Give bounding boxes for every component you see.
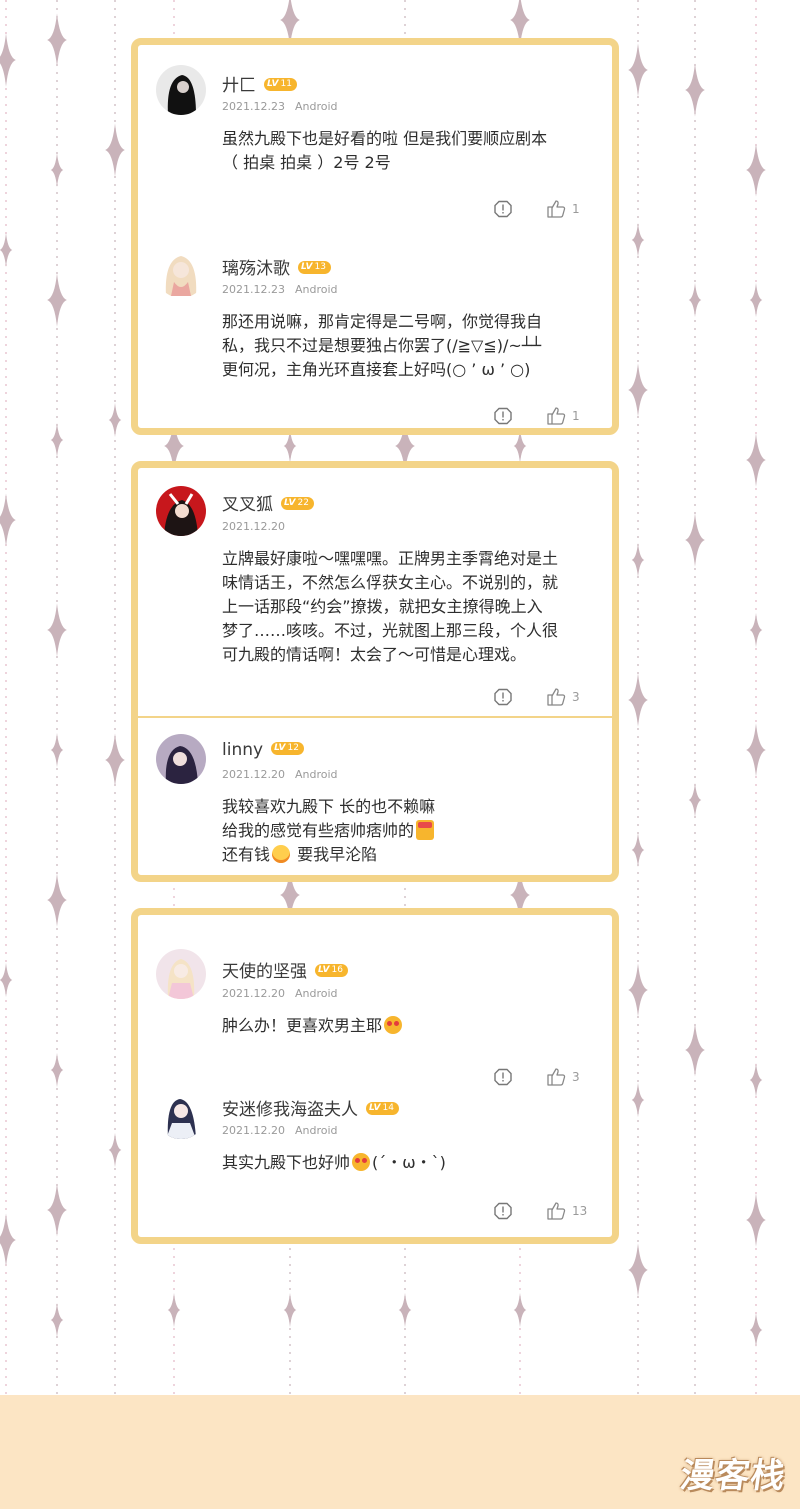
level-badge: LV 11 [264, 77, 297, 91]
avatar[interactable] [156, 65, 206, 115]
level-badge: LV 12 [271, 741, 304, 755]
thumbs-up-icon[interactable] [546, 1067, 566, 1087]
like-count: 3 [572, 1070, 580, 1084]
report-icon[interactable] [494, 688, 512, 706]
comment-body: 肿么办！更喜欢男主耶 [222, 1014, 602, 1038]
avatar[interactable] [156, 486, 206, 536]
like-count: 1 [572, 409, 580, 423]
thumbs-up-icon[interactable] [546, 1201, 566, 1221]
report-icon[interactable] [494, 1068, 512, 1086]
like-count: 3 [572, 690, 580, 704]
comment-meta: 2021.12.23 Android [222, 100, 338, 113]
comment-actions: 1 [494, 406, 584, 426]
thumbs-up-icon[interactable] [546, 687, 566, 707]
thumbs-up-icon[interactable] [546, 199, 566, 219]
comment-card: 天使的坚强 LV 16 2021.12.20 Android 肿么办！更喜欢男主耶 3… [131, 908, 619, 1244]
comment-meta: 2021.12.20 Android [222, 987, 338, 1000]
like-count: 1 [572, 202, 580, 216]
level-badge: LV 16 [315, 963, 348, 977]
comment-actions: 13 [494, 1201, 588, 1221]
footer-band: 漫客栈 [0, 1395, 800, 1509]
emoji-icon [416, 820, 435, 840]
comment-body: 其实九殿下也好帅 (´・ω・`) [222, 1153, 446, 1172]
report-icon[interactable] [494, 200, 512, 218]
comment-meta: 2021.12.20 [222, 520, 285, 533]
comment-actions: 1 [494, 199, 584, 219]
comment-actions: 3 [494, 1067, 584, 1087]
brand-logo: 漫客栈 [677, 1456, 789, 1496]
comment-card: 廾匚 LV 11 2021.12.23 Android 虽然九殿下也是好看的啦 但是我… [131, 38, 619, 435]
like-count: 13 [572, 1204, 588, 1218]
comment-meta: 2021.12.20 Android [222, 1124, 338, 1137]
report-icon[interactable] [494, 1202, 512, 1220]
username[interactable]: 安迷修我海盗夫人 LV 14 [222, 1095, 399, 1120]
avatar[interactable] [156, 949, 206, 999]
comment-body: 那还用说嘛，那肯定得是二号啊，你觉得我自 私，我只不过是想要独占你罢了(/≧▽≦… [222, 312, 543, 379]
level-badge: LV 14 [366, 1101, 399, 1115]
comment-body: 立牌最好康啦～嘿嘿嘿。正牌男主季霄绝对是土 味情话王，不然怎么俘获女主心。不说别… [222, 549, 559, 664]
emoji-icon [272, 845, 291, 863]
comment-meta: 2021.12.20 Android [222, 768, 338, 781]
username[interactable]: 璃殇沐歌 LV 13 [222, 254, 331, 279]
comment-card: 叉叉狐 LV 22 2021.12.20 立牌最好康啦～嘿嘿嘿。正牌男主季霄绝对是土… [131, 461, 619, 882]
thumbs-up-icon[interactable] [546, 406, 566, 426]
level-badge: LV 13 [298, 260, 331, 274]
username[interactable]: linny LV 12 [222, 740, 304, 760]
comment-body: 我较喜欢九殿下 长的也不赖嘛 给我的感觉有些痞帅痞帅的 还有钱 要我早沦陷 [222, 797, 436, 864]
avatar[interactable] [156, 734, 206, 784]
comment-meta: 2021.12.23 Android [222, 283, 338, 296]
username[interactable]: 廾匚 LV 11 [222, 71, 297, 96]
comment-actions: 3 [494, 687, 584, 707]
avatar[interactable] [156, 1089, 206, 1139]
comment-body: 虽然九殿下也是好看的啦 但是我们要顺应剧本 （ 拍桌 拍桌 ）2号 2号 [222, 129, 548, 172]
level-badge: LV 22 [281, 496, 314, 510]
username[interactable]: 叉叉狐 LV 22 [222, 490, 314, 515]
heart-eyes-emoji-icon [352, 1153, 371, 1171]
heart-eyes-emoji-icon [384, 1016, 403, 1034]
divider [138, 716, 612, 718]
avatar[interactable] [156, 248, 206, 298]
username[interactable]: 天使的坚强 LV 16 [222, 957, 348, 982]
report-icon[interactable] [494, 407, 512, 425]
